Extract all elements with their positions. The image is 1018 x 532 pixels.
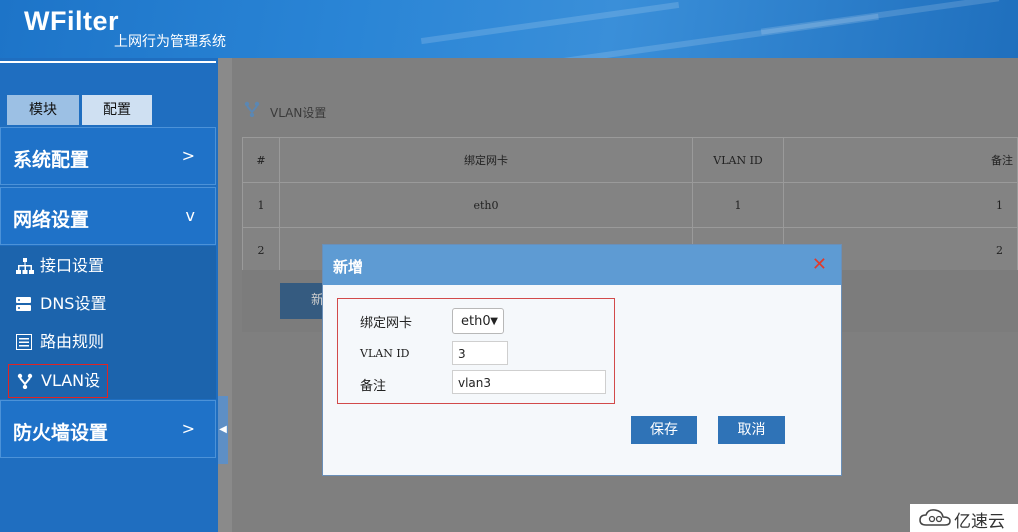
brand-logo: WFilter bbox=[24, 6, 119, 36]
collapse-sidebar-handle[interactable]: ◀ bbox=[218, 396, 228, 464]
table-header-row: # 绑定网卡 VLAN ID 备注 bbox=[242, 137, 1018, 183]
section-label: 系统配置 bbox=[13, 149, 90, 171]
dialog-title: 新增 bbox=[333, 258, 364, 276]
chevron-down-icon: v bbox=[185, 206, 195, 225]
watermark-logo: 亿速云 bbox=[910, 504, 1018, 532]
column-header: 备注 bbox=[783, 137, 1018, 183]
sidebar-item-vlan[interactable]: VLAN设置 bbox=[8, 364, 108, 422]
table-cell: 1 bbox=[242, 182, 280, 228]
page-title: VLAN设置 bbox=[244, 101, 327, 121]
nic-label: 绑定网卡 bbox=[360, 316, 413, 331]
section-label: 防火墙设置 bbox=[13, 422, 109, 444]
save-button[interactable]: 保存 bbox=[631, 416, 697, 444]
watermark-text: 亿速云 bbox=[954, 512, 1005, 532]
brand-subtitle: 上网行为管理系统 bbox=[114, 34, 226, 50]
remark-label: 备注 bbox=[360, 379, 387, 394]
dropdown-caret-icon: ▼ bbox=[490, 316, 498, 327]
network-submenu: 接口设置 DNS设置 路由规则 VLAN设置 bbox=[0, 246, 216, 422]
chevron-right-icon: > bbox=[181, 419, 195, 438]
fork-icon bbox=[244, 101, 260, 117]
table-cell: eth0 bbox=[279, 182, 693, 228]
nic-select[interactable]: eth0 ▼ bbox=[452, 308, 504, 334]
chevron-right-icon: > bbox=[181, 146, 195, 165]
form-fields: 绑定网卡 eth0 ▼ VLAN ID 3 备注 vlan3 bbox=[337, 298, 615, 404]
table-cell: 1 bbox=[783, 182, 1018, 228]
table-row[interactable]: 1 eth0 1 1 bbox=[242, 182, 1018, 228]
column-header: # bbox=[242, 137, 280, 183]
section-firewall-settings[interactable]: 防火墙设置 > bbox=[0, 400, 216, 458]
nic-select-value: eth0 bbox=[461, 314, 491, 329]
table-cell: 2 bbox=[242, 227, 280, 273]
network-icon bbox=[16, 258, 34, 274]
sidebar-item-label: DNS设置 bbox=[40, 294, 107, 313]
section-network-settings[interactable]: 网络设置 v bbox=[0, 187, 216, 245]
section-label: 网络设置 bbox=[13, 209, 90, 231]
section-system-config[interactable]: 系统配置 > bbox=[0, 127, 216, 185]
vlanid-label: VLAN ID bbox=[360, 347, 410, 360]
cancel-button[interactable]: 取消 bbox=[718, 416, 785, 444]
sidebar-item-dns[interactable]: DNS设置 bbox=[8, 288, 106, 320]
sidebar-item-interface[interactable]: 接口设置 bbox=[8, 250, 104, 282]
fork-icon bbox=[17, 373, 33, 389]
table-cell: 1 bbox=[692, 182, 784, 228]
dialog-header: 新增 ✕ bbox=[323, 245, 841, 285]
sidebar-item-label: 路由规则 bbox=[40, 332, 105, 351]
tab-config[interactable]: 配置 bbox=[82, 95, 152, 125]
column-header: 绑定网卡 bbox=[279, 137, 693, 183]
list-icon bbox=[16, 334, 32, 350]
add-vlan-dialog: 新增 ✕ 绑定网卡 eth0 ▼ VLAN ID 3 备注 vlan3 保存 取… bbox=[322, 244, 842, 476]
sidebar-item-routes[interactable]: 路由规则 bbox=[8, 326, 104, 358]
close-icon[interactable]: ✕ bbox=[812, 254, 827, 275]
remark-input[interactable]: vlan3 bbox=[452, 370, 606, 394]
tab-modules[interactable]: 模块 bbox=[7, 95, 79, 125]
vlanid-input[interactable]: 3 bbox=[452, 341, 508, 365]
column-header: VLAN ID bbox=[692, 137, 784, 183]
sidebar-item-label: 接口设置 bbox=[40, 256, 105, 275]
cloud-icon bbox=[919, 509, 951, 526]
server-icon bbox=[16, 297, 31, 311]
add-button[interactable]: 新 bbox=[280, 283, 324, 319]
app-header: WFilter 上网行为管理系统 bbox=[0, 0, 1018, 58]
page-title-text: VLAN设置 bbox=[270, 106, 327, 120]
